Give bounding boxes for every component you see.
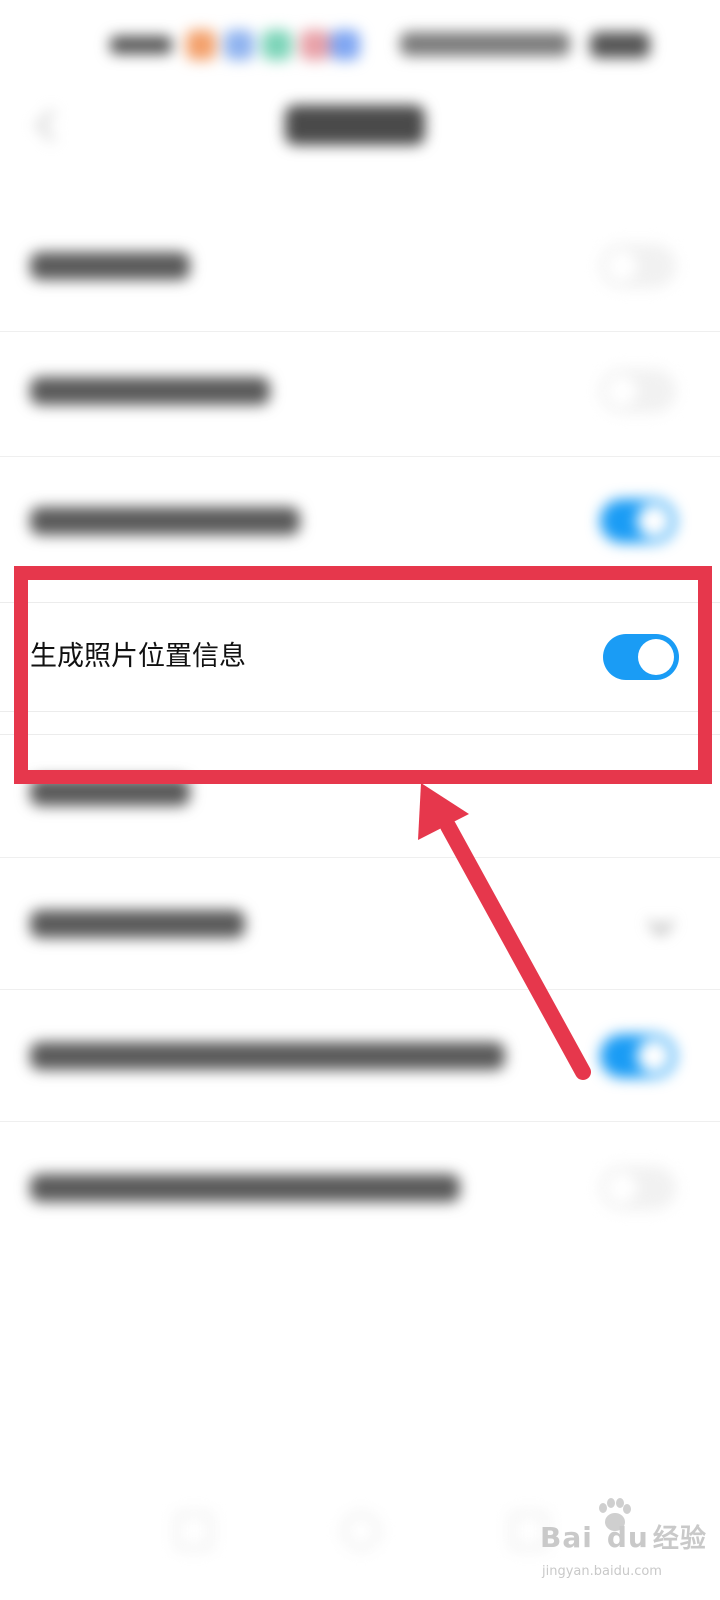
setting-row[interactable] xyxy=(0,990,720,1122)
watermark-logo-du: du xyxy=(606,1521,649,1554)
toggle-knob xyxy=(637,1039,671,1073)
watermark-url: jingyan.baidu.com xyxy=(542,1564,662,1579)
setting-label-photo-location: 生成照片位置信息 xyxy=(30,641,246,672)
setting-toggle[interactable] xyxy=(600,244,676,288)
toggle-knob xyxy=(637,504,671,538)
setting-row[interactable] xyxy=(0,858,720,990)
setting-row-content xyxy=(0,858,720,990)
setting-row-content xyxy=(0,455,720,587)
setting-row[interactable] xyxy=(0,200,720,332)
setting-toggle[interactable] xyxy=(600,499,676,543)
setting-row-photo-location[interactable]: 生成照片位置信息 xyxy=(0,602,720,712)
toggle-knob xyxy=(605,1171,639,1205)
setting-row[interactable] xyxy=(0,455,720,587)
watermark-logo: Bai du 经验 xyxy=(540,1518,707,1555)
setting-row-content xyxy=(0,726,720,858)
baidu-jingyan-watermark: Bai du 经验 jingyan.baidu.com xyxy=(540,1490,710,1590)
setting-label xyxy=(30,1174,460,1202)
watermark-logo-suffix: 经验 xyxy=(652,1524,707,1554)
toggle-knob xyxy=(605,374,639,408)
setting-row[interactable] xyxy=(0,1122,720,1254)
setting-label xyxy=(30,1042,505,1070)
setting-label xyxy=(30,910,245,938)
setting-label xyxy=(30,507,300,535)
setting-label xyxy=(30,377,270,405)
chevron-down-icon xyxy=(648,910,674,936)
setting-toggle[interactable] xyxy=(600,1166,676,1210)
setting-label xyxy=(30,778,190,806)
setting-toggle[interactable] xyxy=(600,369,676,413)
nav-home-icon[interactable] xyxy=(342,1512,380,1550)
setting-row-content xyxy=(0,1122,720,1254)
setting-label xyxy=(30,252,190,280)
toggle-knob xyxy=(638,639,674,675)
setting-row[interactable] xyxy=(0,726,720,858)
setting-row[interactable] xyxy=(0,325,720,457)
setting-row-content xyxy=(0,990,720,1122)
setting-row-content xyxy=(0,325,720,457)
settings-list: 生成照片位置信息 xyxy=(0,0,720,1600)
divider xyxy=(0,711,720,712)
toggle-knob xyxy=(605,249,639,283)
nav-back-icon[interactable] xyxy=(175,1512,213,1550)
watermark-logo-bai: Bai xyxy=(540,1521,593,1554)
setting-toggle[interactable] xyxy=(600,1034,676,1078)
divider xyxy=(0,602,720,603)
setting-row-content xyxy=(0,200,720,332)
photo-location-toggle[interactable] xyxy=(603,634,679,680)
